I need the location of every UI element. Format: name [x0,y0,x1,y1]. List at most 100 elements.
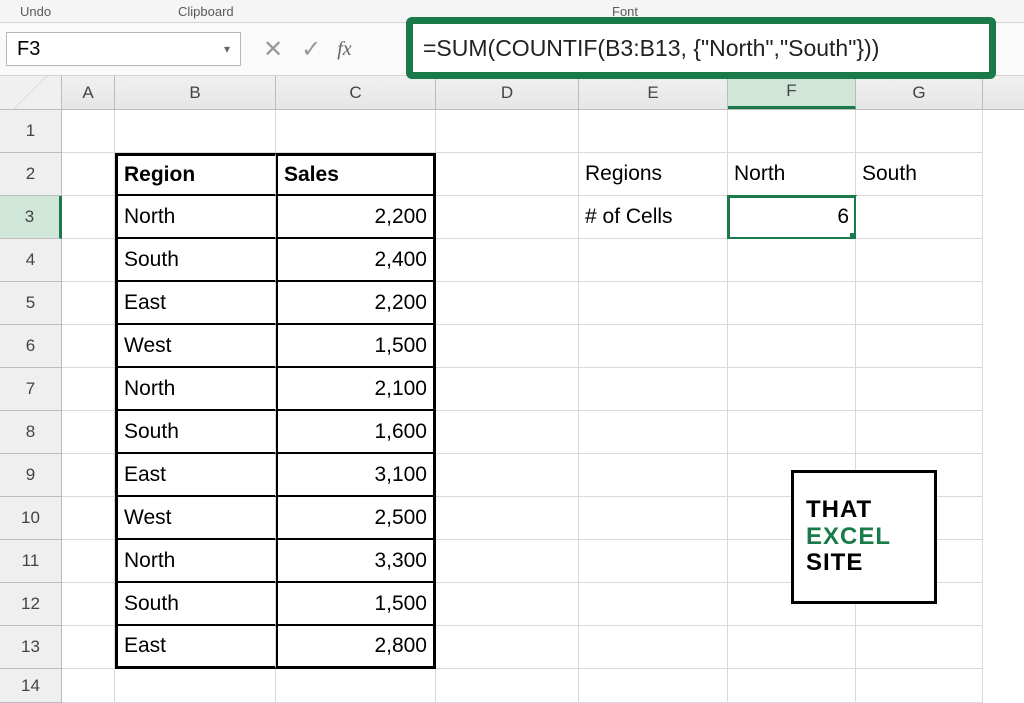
column-header-A[interactable]: A [62,76,115,109]
cell-E12[interactable] [579,583,728,626]
cell-D3[interactable] [436,196,579,239]
formula-bar-input[interactable]: =SUM(COUNTIF(B3:B13, {"North","South"})) [423,35,879,62]
cell-C11[interactable]: 3,300 [276,540,436,583]
cell-D14[interactable] [436,669,579,703]
cell-F13[interactable] [728,626,856,669]
cell-F2[interactable]: North [728,153,856,196]
cell-C6[interactable]: 1,500 [276,325,436,368]
cell-E6[interactable] [579,325,728,368]
cell-F14[interactable] [728,669,856,703]
cell-D6[interactable] [436,325,579,368]
cell-C13[interactable]: 2,800 [276,626,436,669]
cell-A6[interactable] [62,325,115,368]
cell-E7[interactable] [579,368,728,411]
cell-G1[interactable] [856,110,983,153]
cell-A9[interactable] [62,454,115,497]
cell-F12[interactable] [728,583,856,626]
cell-B7[interactable]: North [115,368,276,411]
select-all-triangle[interactable] [0,76,62,109]
cell-F1[interactable] [728,110,856,153]
cell-C7[interactable]: 2,100 [276,368,436,411]
cell-F9[interactable] [728,454,856,497]
cell-E14[interactable] [579,669,728,703]
cell-C14[interactable] [276,669,436,703]
cell-C12[interactable]: 1,500 [276,583,436,626]
cell-A11[interactable] [62,540,115,583]
row-header-8[interactable]: 8 [0,411,62,454]
row-header-12[interactable]: 12 [0,583,62,626]
cell-C1[interactable] [276,110,436,153]
cell-B5[interactable]: East [115,282,276,325]
cell-E3[interactable]: # of Cells [579,196,728,239]
enter-icon[interactable]: ✓ [301,35,321,64]
cell-D4[interactable] [436,239,579,282]
row-header-9[interactable]: 9 [0,454,62,497]
cell-F4[interactable] [728,239,856,282]
column-header-C[interactable]: C [276,76,436,109]
cell-C4[interactable]: 2,400 [276,239,436,282]
cell-G13[interactable] [856,626,983,669]
cell-F3[interactable]: 6 [728,196,856,239]
cell-G10[interactable] [856,497,983,540]
row-header-6[interactable]: 6 [0,325,62,368]
cell-F8[interactable] [728,411,856,454]
cell-E2[interactable]: Regions [579,153,728,196]
cell-G5[interactable] [856,282,983,325]
cell-D10[interactable] [436,497,579,540]
cell-F10[interactable] [728,497,856,540]
row-header-7[interactable]: 7 [0,368,62,411]
cell-C10[interactable]: 2,500 [276,497,436,540]
cell-B11[interactable]: North [115,540,276,583]
cell-B3[interactable]: North [115,196,276,239]
cell-D8[interactable] [436,411,579,454]
cell-G11[interactable] [856,540,983,583]
row-header-5[interactable]: 5 [0,282,62,325]
cell-C2[interactable]: Sales [276,153,436,196]
cancel-icon[interactable]: ✕ [263,35,283,64]
chevron-down-icon[interactable]: ▾ [224,42,230,56]
cell-D1[interactable] [436,110,579,153]
cell-G9[interactable] [856,454,983,497]
cell-C3[interactable]: 2,200 [276,196,436,239]
cell-D5[interactable] [436,282,579,325]
cell-C5[interactable]: 2,200 [276,282,436,325]
row-header-3[interactable]: 3 [0,196,62,239]
cell-B13[interactable]: East [115,626,276,669]
cell-A10[interactable] [62,497,115,540]
cell-B6[interactable]: West [115,325,276,368]
cell-B9[interactable]: East [115,454,276,497]
cell-D2[interactable] [436,153,579,196]
cell-B12[interactable]: South [115,583,276,626]
cell-C8[interactable]: 1,600 [276,411,436,454]
cell-F6[interactable] [728,325,856,368]
name-box[interactable]: F3 ▾ [6,32,241,66]
cell-E10[interactable] [579,497,728,540]
cell-E4[interactable] [579,239,728,282]
cell-B10[interactable]: West [115,497,276,540]
spreadsheet-grid[interactable]: A B C D E F G 1 2 Region Sales Regions N… [0,76,1024,703]
cell-F5[interactable] [728,282,856,325]
cell-G3[interactable] [856,196,983,239]
cell-B8[interactable]: South [115,411,276,454]
row-header-11[interactable]: 11 [0,540,62,583]
cell-C9[interactable]: 3,100 [276,454,436,497]
column-header-G[interactable]: G [856,76,983,109]
cell-B14[interactable] [115,669,276,703]
column-header-B[interactable]: B [115,76,276,109]
cell-A8[interactable] [62,411,115,454]
cell-A2[interactable] [62,153,115,196]
cell-D11[interactable] [436,540,579,583]
cell-G8[interactable] [856,411,983,454]
column-header-F[interactable]: F [728,76,856,109]
row-header-4[interactable]: 4 [0,239,62,282]
cell-B2[interactable]: Region [115,153,276,196]
cell-E8[interactable] [579,411,728,454]
cell-B1[interactable] [115,110,276,153]
cell-G6[interactable] [856,325,983,368]
cell-D9[interactable] [436,454,579,497]
cell-A4[interactable] [62,239,115,282]
cell-A1[interactable] [62,110,115,153]
cell-F11[interactable] [728,540,856,583]
cell-G2[interactable]: South [856,153,983,196]
cell-E5[interactable] [579,282,728,325]
